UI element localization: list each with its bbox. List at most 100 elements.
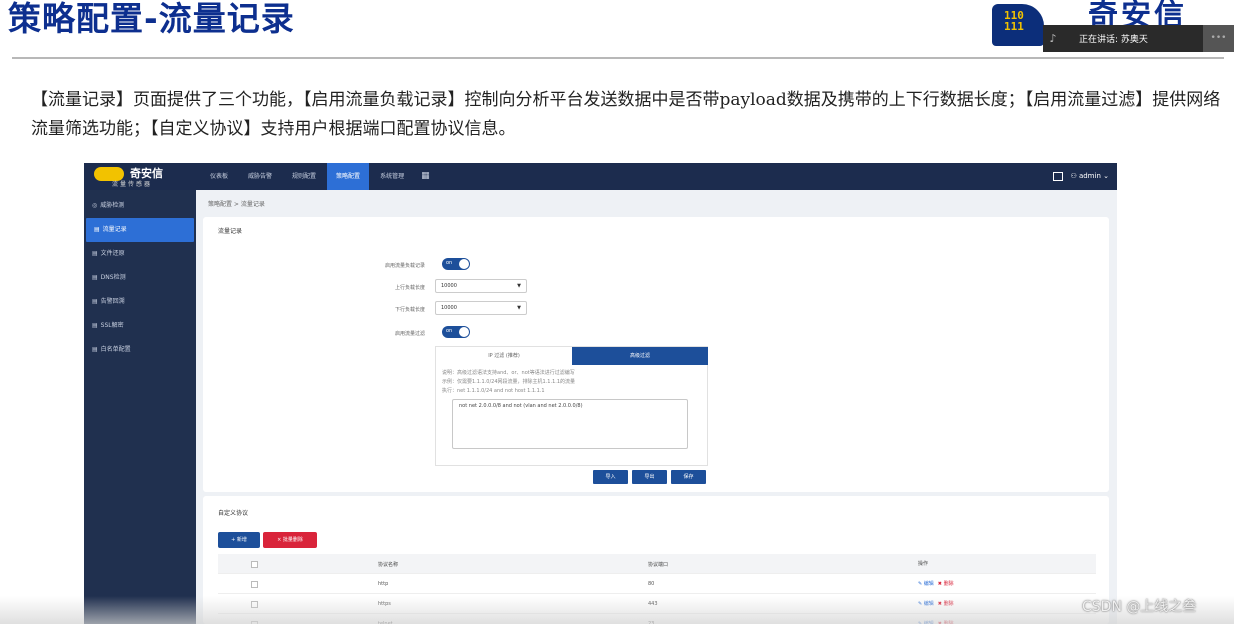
column-header-name: 协议名称 (378, 562, 399, 568)
document-icon: ▤ (92, 322, 98, 329)
sidebar-item-alert-trace[interactable]: ▤ 告警回溯 (84, 290, 196, 314)
breadcrumb: 策略配置 > 流量记录 (208, 201, 265, 208)
table-header-row: 协议名称 协议端口 操作 (218, 554, 1096, 574)
sidebar-item-label: 流量记录 (102, 226, 127, 233)
sidebar-item-label: 告警回溯 (100, 298, 125, 305)
filter-tabs-panel: IP 过滤 (推荐) 高级过滤 说明：高级过滤语法支持and、or、not等语法… (435, 346, 708, 466)
row-checkbox[interactable] (251, 601, 258, 608)
document-icon: ▤ (92, 346, 98, 353)
document-icon: ▤ (92, 298, 98, 305)
protocol-table: 协议名称 协议端口 操作 http 80 ✎ 编辑 ✖ 删除 https 443 … (218, 554, 1096, 624)
toggle-knob (459, 259, 469, 269)
delete-link[interactable]: ✖ 删除 (938, 601, 954, 607)
nav-item-rule-config[interactable]: 规则配置 (283, 163, 325, 190)
sidebar-item-file-restore[interactable]: ▤ 文件还原 (84, 242, 196, 266)
app-topbar: 奇安信 流量传感器 仪表板 威胁告警 规则配置 策略配置 系统管理 ▦ ⚇ ad… (84, 163, 1117, 190)
downlink-length-select[interactable]: 10000 ▼ (435, 301, 527, 315)
app-sidebar: ◎ 威胁检测 ▤ 流量记录 ▤ 文件还原 ▤ DNS检测 ▤ 告警回溯 ▤ SSL解密 ▤ 白… (84, 190, 196, 624)
card-title: 自定义协议 (218, 510, 249, 517)
protocol-name: https (378, 601, 391, 607)
uplink-length-label: 上行负载长度 (394, 285, 425, 291)
help-text: 示例：仅需要1.1.1.0/24网段流量，排除主机1.1.1.1的流量 (442, 379, 576, 385)
speaker-label: 正在讲话: 苏奥天 (1079, 35, 1148, 45)
help-text: 说明：高级过滤语法支持and、or、not等语法进行过滤编写 (442, 370, 575, 376)
sidebar-item-traffic-record[interactable]: ▤ 流量记录 (86, 218, 194, 242)
logo-bits: 110 111 (1004, 9, 1024, 33)
protocol-name: http (378, 581, 389, 587)
sidebar-item-label: 文件还原 (100, 250, 125, 257)
downlink-length-label: 下行负载长度 (394, 307, 425, 313)
shield-icon: ◎ (92, 202, 98, 209)
select-all-checkbox[interactable] (251, 561, 258, 568)
more-icon[interactable]: ••• (1203, 25, 1234, 52)
nav-item-dashboard[interactable]: 仪表板 (201, 163, 237, 190)
main-nav: 仪表板 威胁告警 规则配置 策略配置 系统管理 ▦ (201, 163, 436, 190)
table-row: https 443 ✎ 编辑 ✖ 删除 (218, 594, 1096, 614)
toggle-state: on (446, 328, 453, 334)
row-actions: ✎ 编辑 ✖ 删除 (918, 620, 954, 624)
user-icon: ⚇ (1070, 172, 1077, 180)
payload-record-toggle[interactable]: on (442, 258, 470, 270)
traffic-filter-label: 启用流量过滤 (394, 331, 425, 337)
sidebar-item-label: DNS检测 (100, 274, 126, 281)
edit-label: 编辑 (923, 601, 934, 607)
export-button[interactable]: 导出 (632, 470, 667, 484)
microphone-icon: ♪ (1049, 32, 1057, 45)
slide-screenshot: 策略配置-流量记录 110 111 奇安信 ♪ 正在讲话: 苏奥天 ••• 【流… (0, 0, 1234, 624)
nav-item-policy-config[interactable]: 策略配置 (327, 163, 370, 190)
user-area: ⚇ admin ⌄ (1053, 163, 1109, 190)
uplink-length-select[interactable]: 10000 ▼ (435, 279, 527, 293)
user-name[interactable]: admin (1079, 172, 1101, 180)
delete-label: 删除 (943, 581, 954, 587)
caret-down-icon: ▼ (517, 283, 521, 289)
slide-description: 【流量记录】页面提供了三个功能，【启用流量负载记录】控制向分析平台发送数据中是否… (31, 90, 1221, 139)
import-button[interactable]: 导入 (593, 470, 628, 484)
sidebar-item-label: SSL解密 (100, 322, 124, 329)
brand-subtitle: 流量传感器 (112, 181, 153, 188)
traffic-filter-toggle[interactable]: on (442, 326, 470, 338)
protocol-port: 443 (648, 601, 658, 607)
toggle-knob (459, 327, 469, 337)
row-checkbox[interactable] (251, 581, 258, 588)
sidebar-item-dns-detection[interactable]: ▤ DNS检测 (84, 266, 196, 290)
header-divider (12, 57, 1224, 59)
speaker-indicator: ♪ 正在讲话: 苏奥天 (1043, 25, 1203, 52)
sidebar-item-whitelist[interactable]: ▤ 白名单配置 (84, 338, 196, 362)
row-actions: ✎ 编辑 ✖ 删除 (918, 600, 954, 607)
action-buttons: 导入 导出 保存 (593, 470, 706, 484)
app-brand: 奇安信 流量传感器 (94, 165, 189, 188)
document-icon: ▤ (92, 274, 98, 281)
filter-expression-textarea[interactable]: not net 2.0.0.0/8 and not (vlan and net … (452, 399, 688, 449)
tab-ip-filter[interactable]: IP 过滤 (推荐) (436, 347, 572, 365)
embedded-app: 奇安信 流量传感器 仪表板 威胁告警 规则配置 策略配置 系统管理 ▦ ⚇ ad… (84, 163, 1117, 624)
sidebar-item-label: 白名单配置 (100, 346, 131, 353)
edit-link[interactable]: ✎ 编辑 (918, 601, 934, 607)
delete-label: 删除 (943, 601, 954, 607)
traffic-record-card: 流量记录 启用流量负载记录 on 上行负载长度 10000 ▼ 下行负载长度 10… (203, 217, 1109, 492)
edit-link[interactable]: ✎ 编辑 (918, 581, 934, 587)
csdn-watermark: CSDN @上线之叁 (1082, 599, 1197, 615)
sidebar-item-ssl-decrypt[interactable]: ▤ SSL解密 (84, 314, 196, 338)
nav-grid-icon[interactable]: ▦ (415, 163, 436, 190)
batch-delete-button[interactable]: × 批量删除 (263, 532, 317, 548)
add-protocol-button[interactable]: + 新增 (218, 532, 260, 548)
screen-icon[interactable] (1053, 171, 1064, 181)
card-title: 流量记录 (218, 228, 243, 235)
nav-item-system-management[interactable]: 系统管理 (371, 163, 413, 190)
sidebar-item-label: 威胁检测 (100, 202, 125, 209)
column-header-port: 协议端口 (648, 562, 669, 568)
nav-item-threat-alerts[interactable]: 威胁告警 (239, 163, 281, 190)
row-actions: ✎ 编辑 ✖ 删除 (918, 580, 954, 587)
chevron-down-icon[interactable]: ⌄ (1103, 172, 1109, 180)
delete-link[interactable]: ✖ 删除 (938, 581, 954, 587)
custom-protocol-card: 自定义协议 + 新增 × 批量删除 协议名称 协议端口 操作 http 80 ✎… (203, 496, 1109, 624)
help-text: 执行：net 1.1.1.0/24 and not host 1.1.1.1 (442, 388, 545, 394)
slide-title: 策略配置-流量记录 (8, 0, 295, 38)
tab-advanced-filter[interactable]: 高级过滤 (572, 347, 708, 365)
sidebar-item-threat-detection[interactable]: ◎ 威胁检测 (84, 194, 196, 218)
table-row: telnet 23 ✎ 编辑 ✖ 删除 (218, 614, 1096, 624)
column-header-actions: 操作 (918, 561, 929, 567)
save-button[interactable]: 保存 (671, 470, 706, 484)
payload-record-label: 启用流量负载记录 (384, 263, 425, 269)
protocol-port: 80 (648, 581, 655, 587)
